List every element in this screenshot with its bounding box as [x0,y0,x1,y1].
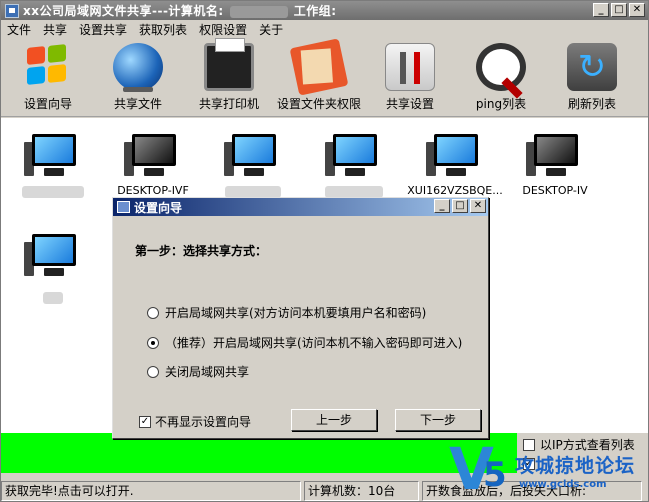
share-settings-button[interactable]: 共享设置 [365,43,455,115]
setup-wizard-dialog: 设置向导 _ □ ✕ 第一步：选择共享方式： 开启局域网共享(对方访问本机要填用… [112,197,489,439]
computer-item[interactable] [203,128,303,198]
option-3-radio[interactable] [147,365,159,378]
title-bar[interactable]: xx公司局域网文件共享---计算机名: 工作组: _ □ ✕ [1,1,648,20]
computer-icon [124,128,182,180]
status-message: 获取完毕!点击可以打开. [1,481,301,501]
dont-show-label: 不再显示设置向导 [155,415,252,429]
menu-share-settings[interactable]: 设置共享 [79,21,127,38]
dialog-title: 设置向导 [134,200,183,215]
dialog-close-button[interactable]: ✕ [470,199,486,213]
dialog-title-bar[interactable]: 设置向导 _ □ ✕ [113,198,488,216]
share-printer-label: 共享打印机 [198,97,259,111]
close-button[interactable]: ✕ [629,3,645,17]
option-share-with-password[interactable]: 开启局域网共享(对方访问本机要填用户名和密码) [147,304,426,321]
computer-item[interactable] [3,128,103,198]
printer-icon [204,38,254,91]
computer-name: DESKTOP-IVF [117,184,189,197]
share-files-label: 共享文件 [113,97,162,111]
computer-item[interactable]: DESKTOP-IV [505,128,605,197]
menu-get-list[interactable]: 获取列表 [139,21,187,38]
magnifier-icon [476,43,526,91]
option-share-no-password[interactable]: （推荐）开启局域网共享(访问本机不输入密码即可进入) [147,334,462,351]
maximize-button[interactable]: □ [611,3,627,17]
option-disable-share[interactable]: 关闭局域网共享 [147,363,249,380]
computer-name-redacted [229,5,288,18]
watermark-url: www.gclds.com [519,479,607,490]
computer-name: XUI162VZSBQE... [407,184,503,197]
ping-list-button[interactable]: ping列表 [456,43,546,115]
dialog-body: 第一步：选择共享方式： 开启局域网共享(对方访问本机要填用户名和密码) （推荐）… [113,216,488,438]
computer-item[interactable] [304,128,404,198]
computer-icon [325,128,383,180]
menu-permissions[interactable]: 权限设置 [199,21,247,38]
window-controls: _ □ ✕ [593,3,645,17]
minimize-button[interactable]: _ [593,3,609,17]
computer-name: DESKTOP-IV [522,184,588,197]
computer-item[interactable]: DESKTOP-IVF [103,128,203,197]
dialog-maximize-button[interactable]: □ [452,199,468,213]
window-title: xx公司局域网文件共享---计算机名: 工作组: [23,2,337,19]
share-settings-label: 共享设置 [385,97,434,111]
toolbar: 设置向导 共享文件 共享打印机 设置文件夹权限 共享设置 ping列表 刷新列表 [1,38,648,117]
globe-icon [113,43,163,92]
dialog-app-icon [117,201,130,213]
refresh-icon [567,43,617,91]
prev-step-button[interactable]: 上一步 [291,409,377,431]
dont-show-checkbox[interactable]: ✓ [139,415,151,428]
refresh-list-button[interactable]: 刷新列表 [547,43,637,115]
window-title-left: xx公司局域网文件共享---计算机名: [23,4,224,18]
option-3-label: 关闭局域网共享 [165,365,250,379]
computer-icon [24,228,82,280]
setup-wizard-label: 设置向导 [23,97,72,111]
menu-share[interactable]: 共享 [43,21,67,38]
computer-item[interactable]: XUI162VZSBQE... [405,128,505,197]
next-step-button[interactable]: 下一步 [395,409,481,431]
menu-bar: 文件 共享 设置共享 获取列表 权限设置 关于 [1,20,648,39]
folder-permissions-button[interactable]: 设置文件夹权限 [274,38,364,115]
watermark-logo: V 5 攻城掠地论坛 www.gclds.com [449,439,649,501]
window-title-right: 工作组: [293,4,337,18]
share-files-button[interactable]: 共享文件 [93,43,183,115]
refresh-list-label: 刷新列表 [567,97,616,111]
option-1-radio[interactable] [147,306,159,319]
option-2-label: （推荐）开启局域网共享(访问本机不输入密码即可进入) [165,336,463,350]
menu-about[interactable]: 关于 [259,21,283,38]
computer-icon [526,128,584,180]
computer-name-redacted [22,186,84,198]
main-window: xx公司局域网文件共享---计算机名: 工作组: _ □ ✕ 文件 共享 设置共享… [0,0,649,502]
option-2-radio[interactable] [147,336,159,349]
folder-permissions-label: 设置文件夹权限 [276,97,361,111]
computer-icon [24,128,82,180]
computer-icon [426,128,484,180]
app-icon [5,3,19,18]
computer-item[interactable] [3,228,103,304]
computer-icon [224,128,282,180]
computer-name-redacted [43,292,63,304]
dont-show-wizard-option[interactable]: ✓ 不再显示设置向导 [139,413,251,430]
share-printer-button[interactable]: 共享打印机 [184,38,274,115]
option-1-label: 开启局域网共享(对方访问本机要填用户名和密码) [165,306,427,320]
watermark-5: 5 [483,455,507,495]
computer-count: 计算机数：10台 [304,481,419,501]
tools-icon [385,43,435,91]
windows-flag-icon [23,43,73,91]
folder-icon [289,38,349,96]
menu-file[interactable]: 文件 [7,21,31,38]
dialog-window-controls: _ □ ✕ [434,199,486,213]
dialog-minimize-button[interactable]: _ [434,199,450,213]
watermark-text: 攻城掠地论坛 [515,455,636,477]
progress-bar [1,433,517,473]
ping-list-label: ping列表 [475,97,527,111]
step-heading: 第一步：选择共享方式： [135,244,268,258]
setup-wizard-button[interactable]: 设置向导 [3,43,93,115]
